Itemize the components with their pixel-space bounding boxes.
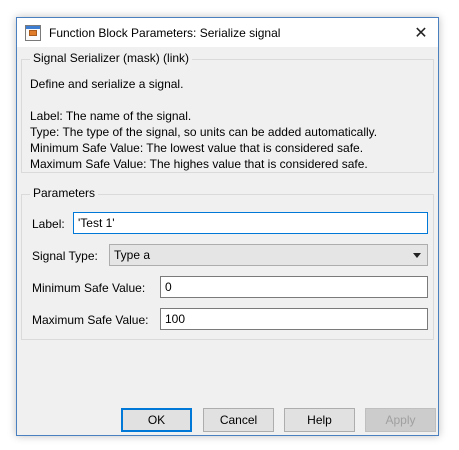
- description-line: Type: The type of the signal, so units c…: [30, 125, 378, 139]
- simulink-block-icon: [25, 24, 41, 41]
- max-safe-input[interactable]: 100: [160, 308, 428, 330]
- label-input[interactable]: 'Test 1': [73, 212, 428, 234]
- window-title: Function Block Parameters: Serialize sig…: [49, 25, 281, 40]
- parameters-header: Parameters: [30, 186, 99, 200]
- dialog-window: Function Block Parameters: Serialize sig…: [16, 17, 439, 436]
- signal-type-value: Type a: [114, 248, 151, 262]
- mask-description-group: Signal Serializer (mask) (link) Define a…: [21, 51, 434, 173]
- description-line: Minimum Safe Value: The lowest value tha…: [30, 141, 364, 155]
- close-button[interactable]: ✕: [404, 18, 438, 47]
- chevron-down-icon: [413, 253, 421, 258]
- mask-header: Signal Serializer (mask) (link): [30, 51, 193, 65]
- title-bar[interactable]: Function Block Parameters: Serialize sig…: [17, 18, 438, 47]
- max-safe-caption: Maximum Safe Value:: [32, 313, 149, 327]
- description-line: Maximum Safe Value: The highes value tha…: [30, 157, 368, 171]
- apply-button[interactable]: Apply: [365, 408, 436, 432]
- signal-type-caption: Signal Type:: [32, 249, 98, 263]
- label-input-value: 'Test 1': [78, 216, 115, 230]
- help-button[interactable]: Help: [284, 408, 355, 432]
- close-icon: ✕: [414, 24, 428, 42]
- min-safe-caption: Minimum Safe Value:: [32, 281, 146, 295]
- cancel-button[interactable]: Cancel: [203, 408, 274, 432]
- signal-type-dropdown[interactable]: Type a: [109, 244, 428, 266]
- description-line: Label: The name of the signal.: [30, 109, 192, 123]
- max-safe-value: 100: [165, 312, 186, 326]
- label-caption: Label:: [32, 217, 65, 231]
- min-safe-input[interactable]: 0: [160, 276, 428, 298]
- min-safe-value: 0: [165, 280, 172, 294]
- ok-button[interactable]: OK: [121, 408, 192, 432]
- description-line: Define and serialize a signal.: [30, 77, 184, 91]
- parameters-group: Parameters Label: 'Test 1' Signal Type: …: [21, 186, 434, 340]
